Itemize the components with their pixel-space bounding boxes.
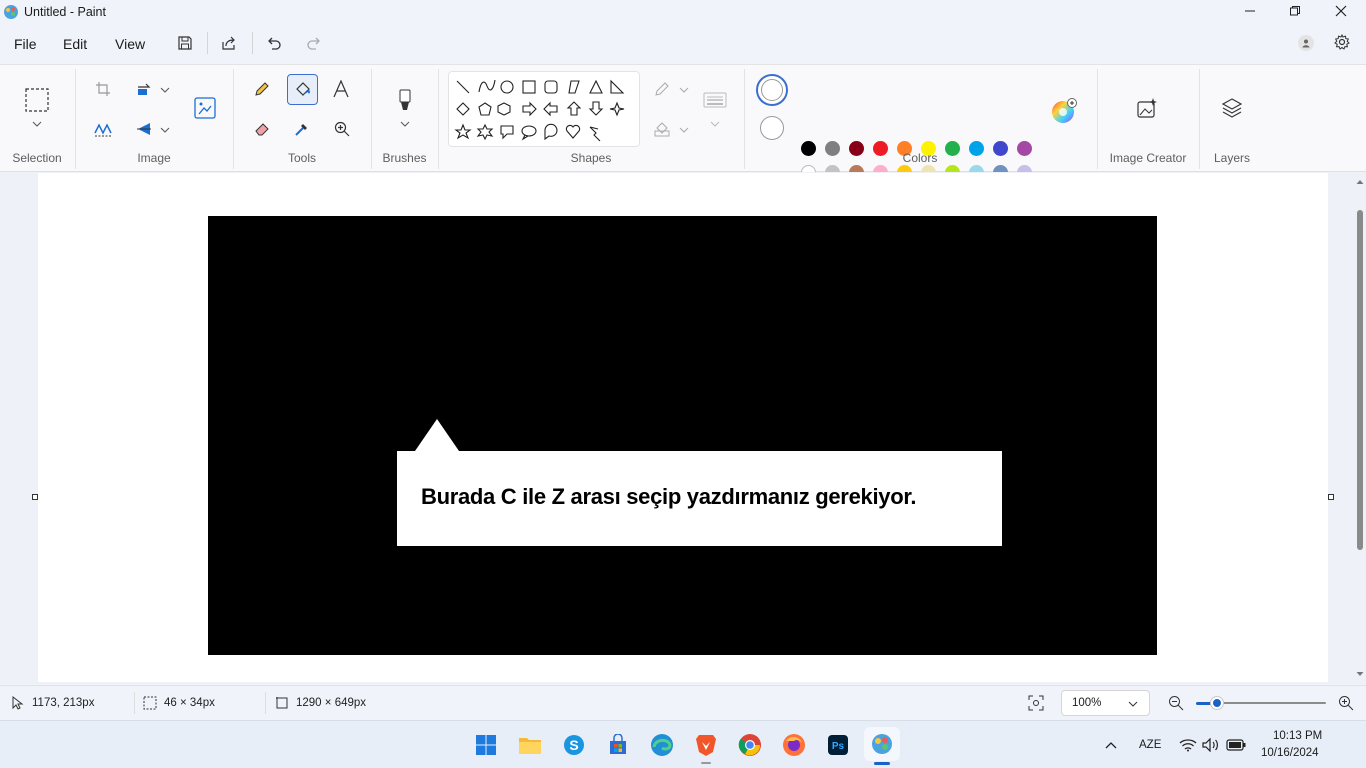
window-title: Untitled - Paint <box>24 5 106 19</box>
color-wheel-icon[interactable] <box>1050 97 1078 125</box>
fit-to-window-icon[interactable] <box>1027 694 1045 712</box>
group-label-tools: Tools <box>287 151 316 165</box>
ribbon-toolbar: Selection Image Tools Brushes Shapes Col… <box>0 64 1366 204</box>
status-bar: 1173, 213px 46 × 34px 1290 × 649px 100% <box>0 685 1366 720</box>
windows-taskbar: S Ps AZE 10:13 PM 10/16/2024 <box>0 720 1366 768</box>
group-label-shapes: Shapes <box>570 151 612 165</box>
save-icon[interactable] <box>175 33 195 53</box>
line-size-icon[interactable] <box>702 89 728 111</box>
color-picker-icon[interactable] <box>292 119 312 139</box>
minimize-button[interactable] <box>1236 0 1264 22</box>
shape-fill-icon[interactable] <box>652 119 672 139</box>
layers-icon[interactable] <box>1219 95 1245 121</box>
callout-pointer <box>415 419 459 451</box>
chrome-browser-icon[interactable] <box>734 729 766 761</box>
flip-chevron-down-icon[interactable] <box>158 123 172 137</box>
fill-chevron-down-icon[interactable] <box>677 123 691 137</box>
pencil-icon[interactable] <box>252 79 272 99</box>
clock-date[interactable]: 10/16/2024 <box>1261 747 1319 759</box>
show-hidden-icons-chevron-up-icon[interactable] <box>1103 737 1119 753</box>
zoom-slider[interactable] <box>1196 697 1326 709</box>
canvas-size-icon <box>274 695 290 711</box>
microsoft-store-icon[interactable] <box>602 729 634 761</box>
selection-chevron-down-icon[interactable] <box>30 117 44 131</box>
black-rectangle-shape <box>208 216 1157 655</box>
menu-edit[interactable]: Edit <box>63 36 87 52</box>
account-icon[interactable] <box>1298 35 1314 51</box>
zoom-dropdown[interactable]: 100% <box>1061 690 1150 716</box>
fill-bucket-icon[interactable] <box>287 74 318 105</box>
skype-icon[interactable]: S <box>558 729 590 761</box>
paint-taskbar-icon[interactable] <box>864 727 900 761</box>
selection-size-icon <box>142 695 158 711</box>
group-label-image: Image <box>137 151 171 165</box>
close-button[interactable] <box>1327 0 1355 22</box>
eraser-icon[interactable] <box>252 119 272 139</box>
firefox-browser-icon[interactable] <box>778 729 810 761</box>
redo-icon[interactable] <box>304 33 324 53</box>
paint-app-icon <box>3 4 19 20</box>
file-explorer-icon[interactable] <box>514 729 546 761</box>
selection-size: 46 × 34px <box>164 697 215 709</box>
outline-chevron-down-icon[interactable] <box>677 83 691 97</box>
shapes-gallery <box>448 71 640 147</box>
group-label-brushes: Brushes <box>382 151 427 165</box>
text-tool-icon[interactable] <box>331 79 351 99</box>
size-chevron-down-icon[interactable] <box>708 117 722 131</box>
undo-icon[interactable] <box>264 33 284 53</box>
brush-icon[interactable] <box>393 87 417 113</box>
primary-color-selector[interactable] <box>756 74 788 106</box>
battery-icon[interactable] <box>1226 736 1246 754</box>
keyboard-language[interactable]: AZE <box>1139 739 1161 751</box>
rotate-chevron-down-icon[interactable] <box>158 83 172 97</box>
group-label-layers: Layers <box>1213 151 1251 165</box>
zoom-in-icon[interactable] <box>1337 694 1355 712</box>
brushes-chevron-down-icon[interactable] <box>398 117 412 131</box>
shape-outline-icon[interactable] <box>652 79 672 99</box>
zoom-out-icon[interactable] <box>1167 694 1185 712</box>
settings-gear-icon[interactable] <box>1332 32 1352 52</box>
vertical-scrollbar[interactable] <box>1354 174 1366 682</box>
svg-text:Ps: Ps <box>832 741 845 752</box>
rectangle-select-icon[interactable] <box>24 87 50 113</box>
resize-handle-right[interactable] <box>1328 494 1334 500</box>
magnifier-icon[interactable] <box>332 119 352 139</box>
svg-text:S: S <box>569 737 578 753</box>
rotate-icon[interactable] <box>134 79 154 99</box>
image-creator-icon[interactable] <box>1134 95 1160 121</box>
cursor-icon <box>10 695 26 711</box>
photoshop-icon[interactable]: Ps <box>822 729 854 761</box>
edge-browser-icon[interactable] <box>646 729 678 761</box>
menu-bar: File Edit View <box>0 24 1366 62</box>
wifi-icon[interactable] <box>1179 736 1197 754</box>
restore-button[interactable] <box>1281 0 1309 22</box>
zoom-chevron-down-icon <box>1126 698 1140 710</box>
image-select-icon[interactable] <box>93 119 113 139</box>
callout-text: Burada C ile Z arası seçip yazdırmanız g… <box>421 484 917 509</box>
menu-file[interactable]: File <box>14 36 37 52</box>
zoom-value: 100% <box>1072 697 1102 709</box>
clock-time[interactable]: 10:13 PM <box>1273 730 1322 742</box>
brave-browser-icon[interactable] <box>690 729 722 761</box>
volume-icon[interactable] <box>1202 736 1220 754</box>
cursor-position: 1173, 213px <box>32 697 95 709</box>
resize-image-icon[interactable] <box>192 95 218 121</box>
crop-icon[interactable] <box>93 79 113 99</box>
canvas-size: 1290 × 649px <box>296 697 367 709</box>
group-label-image-creator: Image Creator <box>1109 151 1187 165</box>
group-label-selection: Selection <box>12 151 62 165</box>
share-icon[interactable] <box>219 33 239 53</box>
secondary-color-selector[interactable] <box>760 116 784 140</box>
group-label-colors: Colors <box>902 151 938 165</box>
start-button-windows-icon[interactable] <box>470 729 502 761</box>
flip-icon[interactable] <box>134 119 154 139</box>
resize-handle-left[interactable] <box>32 494 38 500</box>
menu-view[interactable]: View <box>115 36 145 52</box>
title-bar: Untitled - Paint <box>0 0 1366 24</box>
